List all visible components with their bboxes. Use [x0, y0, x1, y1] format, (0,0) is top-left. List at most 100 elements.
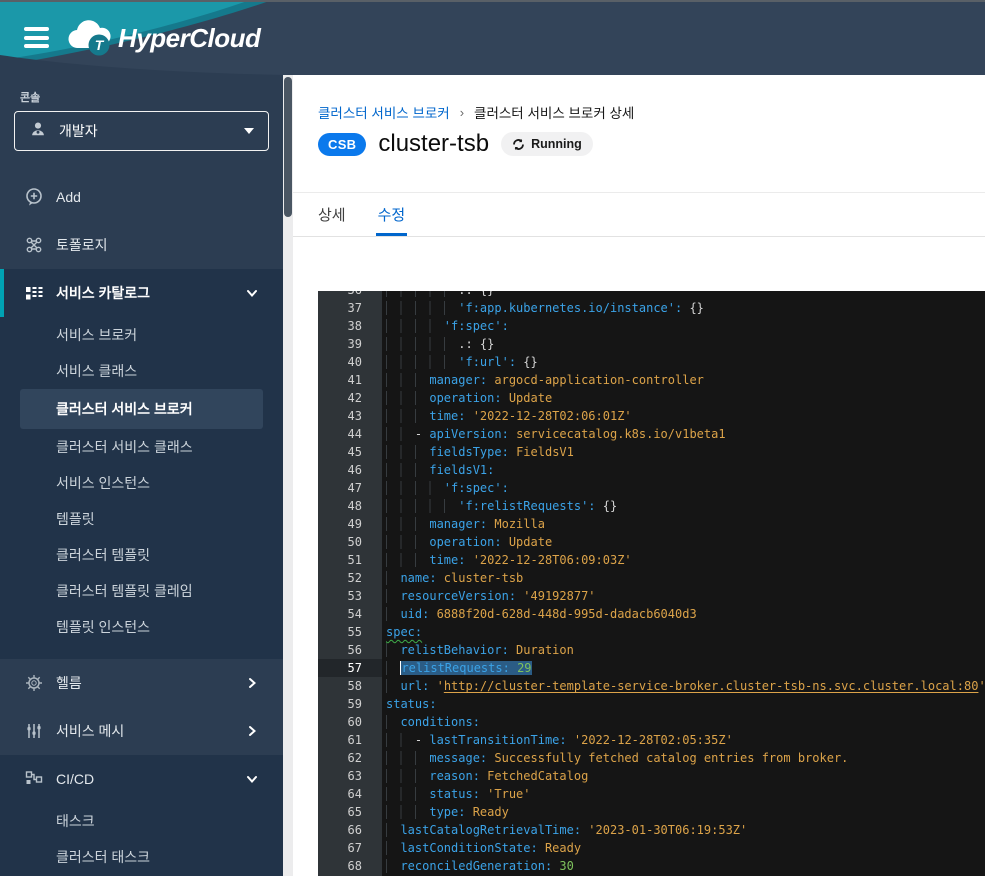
line-code: 'f:spec':	[382, 479, 509, 497]
breadcrumb-current: 클러스터 서비스 브로커 상세	[474, 102, 634, 122]
editor-line-62[interactable]: 62 message: Successfully fetched catalog…	[318, 749, 985, 767]
line-code: name: cluster-tsb	[382, 569, 523, 587]
scrollbar-thumb[interactable]	[284, 77, 292, 217]
sidebar-item-service-mesh[interactable]: 서비스 메시	[0, 707, 283, 755]
line-number: 46	[318, 461, 382, 479]
sidebar-item-add[interactable]: Add	[0, 173, 283, 221]
editor-line-53[interactable]: 53 resourceVersion: '49192877'	[318, 587, 985, 605]
editor-line-48[interactable]: 48 'f:relistRequests': {}	[318, 497, 985, 515]
editor-line-65[interactable]: 65 type: Ready	[318, 803, 985, 821]
line-number: 61	[318, 731, 382, 749]
editor-line-38[interactable]: 38 'f:spec':	[318, 317, 985, 335]
editor-line-61[interactable]: 61 - lastTransitionTime: '2022-12-28T02:…	[318, 731, 985, 749]
editor-line-64[interactable]: 64 status: 'True'	[318, 785, 985, 803]
sidebar-subitem-service-broker[interactable]: 서비스 브로커	[20, 317, 263, 353]
top-header: T HyperCloud	[0, 0, 985, 75]
line-number: 36	[318, 291, 382, 299]
logo-text: HyperCloud	[118, 23, 260, 54]
tab-edit[interactable]: 수정	[378, 193, 406, 236]
status-label: Running	[531, 137, 582, 151]
sidebar-item-service-catalog[interactable]: 서비스 카탈로그	[0, 269, 283, 317]
sidebar-subitem-task[interactable]: 태스크	[20, 803, 263, 839]
editor-line-39[interactable]: 39 .: {}	[318, 335, 985, 353]
sidebar-subitem-cluster-service-broker[interactable]: 클러스터 서비스 브로커	[20, 389, 263, 429]
line-code: status:	[382, 695, 437, 713]
line-number: 39	[318, 335, 382, 353]
editor-line-68[interactable]: 68 reconciledGeneration: 30	[318, 857, 985, 875]
sidebar-subitem-cluster-template[interactable]: 클러스터 템플릿	[20, 537, 263, 573]
line-code: 'f:app.kubernetes.io/instance': {}	[382, 299, 704, 317]
sidebar-subitem-cluster-service-class[interactable]: 클러스터 서비스 클래스	[20, 429, 263, 465]
editor-line-67[interactable]: 67 lastConditionState: Ready	[318, 839, 985, 857]
sidebar-item-label: Add	[56, 189, 259, 205]
editor-line-45[interactable]: 45 fieldsType: FieldsV1	[318, 443, 985, 461]
editor-line-55[interactable]: 55spec:	[318, 623, 985, 641]
editor-line-37[interactable]: 37 'f:app.kubernetes.io/instance': {}	[318, 299, 985, 317]
sidebar-subitem-cluster-template-claim[interactable]: 클러스터 템플릿 클레임	[20, 573, 263, 609]
console-label: 콘솔	[20, 89, 283, 105]
page-title: cluster-tsb	[378, 130, 489, 158]
app-window: T HyperCloud 콘솔 개발자 Add 토폴로지서비스 카탈로그서비스 브…	[0, 0, 985, 876]
editor-line-44[interactable]: 44 - apiVersion: servicecatalog.k8s.io/v…	[318, 425, 985, 443]
editor-line-58[interactable]: 58 url: 'http://cluster-template-service…	[318, 677, 985, 695]
editor-line-36[interactable]: 36 .: {}	[318, 291, 985, 299]
sidebar-item-label: 서비스 메시	[56, 721, 245, 741]
editor-line-60[interactable]: 60 conditions:	[318, 713, 985, 731]
editor-line-66[interactable]: 66 lastCatalogRetrievalTime: '2023-01-30…	[318, 821, 985, 839]
editor-line-50[interactable]: 50 operation: Update	[318, 533, 985, 551]
line-number: 60	[318, 713, 382, 731]
page-title-row: CSB cluster-tsb Running	[318, 130, 593, 158]
breadcrumb-separator-icon: ›	[460, 105, 464, 120]
line-number: 50	[318, 533, 382, 551]
chevron-right-icon	[245, 676, 259, 690]
editor-line-56[interactable]: 56 relistBehavior: Duration	[318, 641, 985, 659]
mesh-icon	[24, 721, 44, 741]
chevron-down-icon	[245, 286, 259, 300]
editor-line-57[interactable]: 57 relistRequests: 29	[318, 659, 985, 677]
tab-detail[interactable]: 상세	[318, 193, 346, 236]
editor-line-59[interactable]: 59status:	[318, 695, 985, 713]
line-code: .: {}	[382, 335, 494, 353]
line-number: 49	[318, 515, 382, 533]
sidebar-item-topology[interactable]: 토폴로지	[0, 221, 283, 269]
line-number: 54	[318, 605, 382, 623]
sidebar-subitem-service-instance[interactable]: 서비스 인스턴스	[20, 465, 263, 501]
line-code: 'f:url': {}	[382, 353, 538, 371]
hamburger-menu-icon[interactable]	[24, 27, 49, 48]
sidebar-subitem-service-class[interactable]: 서비스 클래스	[20, 353, 263, 389]
editor-line-52[interactable]: 52 name: cluster-tsb	[318, 569, 985, 587]
line-number: 63	[318, 767, 382, 785]
line-code: url: 'http://cluster-template-service-br…	[382, 677, 985, 695]
perspective-label: 개발자	[59, 121, 244, 141]
editor-line-54[interactable]: 54 uid: 6888f20d-628d-448d-995d-dadacb60…	[318, 605, 985, 623]
cicd-icon	[24, 769, 44, 789]
yaml-editor-content: 36 .: {}37 'f:app.kubernetes.io/instance…	[318, 291, 985, 875]
line-number: 57	[318, 659, 382, 677]
line-code: .: {}	[382, 291, 494, 299]
editor-line-40[interactable]: 40 'f:url': {}	[318, 353, 985, 371]
line-number: 59	[318, 695, 382, 713]
sidebar-item-cicd[interactable]: CI/CD	[0, 755, 283, 803]
line-code: relistBehavior: Duration	[382, 641, 574, 659]
editor-line-63[interactable]: 63 reason: FetchedCatalog	[318, 767, 985, 785]
text-selection: relistRequests: 29	[400, 661, 531, 675]
editor-line-49[interactable]: 49 manager: Mozilla	[318, 515, 985, 533]
editor-line-42[interactable]: 42 operation: Update	[318, 389, 985, 407]
header-topline	[0, 0, 985, 2]
sidebar-item-helm[interactable]: 헬름	[0, 659, 283, 707]
editor-line-41[interactable]: 41 manager: argocd-application-controlle…	[318, 371, 985, 389]
editor-line-51[interactable]: 51 time: '2022-12-28T06:09:03Z'	[318, 551, 985, 569]
sidebar-menu: Add 토폴로지서비스 카탈로그서비스 브로커서비스 클래스클러스터 서비스 브로…	[0, 173, 283, 876]
sidebar-subitem-cluster-task[interactable]: 클러스터 태스크	[20, 839, 263, 875]
editor-line-47[interactable]: 47 'f:spec':	[318, 479, 985, 497]
sidebar-subitem-template[interactable]: 템플릿	[20, 501, 263, 537]
line-code: time: '2022-12-28T06:09:03Z'	[382, 551, 632, 569]
line-number: 67	[318, 839, 382, 857]
sidebar-subitem-template-instance[interactable]: 템플릿 인스턴스	[20, 609, 263, 645]
breadcrumb-link[interactable]: 클러스터 서비스 브로커	[318, 102, 450, 122]
yaml-editor[interactable]: 36 .: {}37 'f:app.kubernetes.io/instance…	[318, 291, 985, 876]
perspective-dropdown[interactable]: 개발자	[14, 111, 269, 151]
editor-line-46[interactable]: 46 fieldsV1:	[318, 461, 985, 479]
sidebar-nav: 콘솔 개발자 Add토폴로지서비스 카탈로그서비스 브로커서비스 클래스클러스터…	[0, 75, 283, 876]
editor-line-43[interactable]: 43 time: '2022-12-28T02:06:01Z'	[318, 407, 985, 425]
